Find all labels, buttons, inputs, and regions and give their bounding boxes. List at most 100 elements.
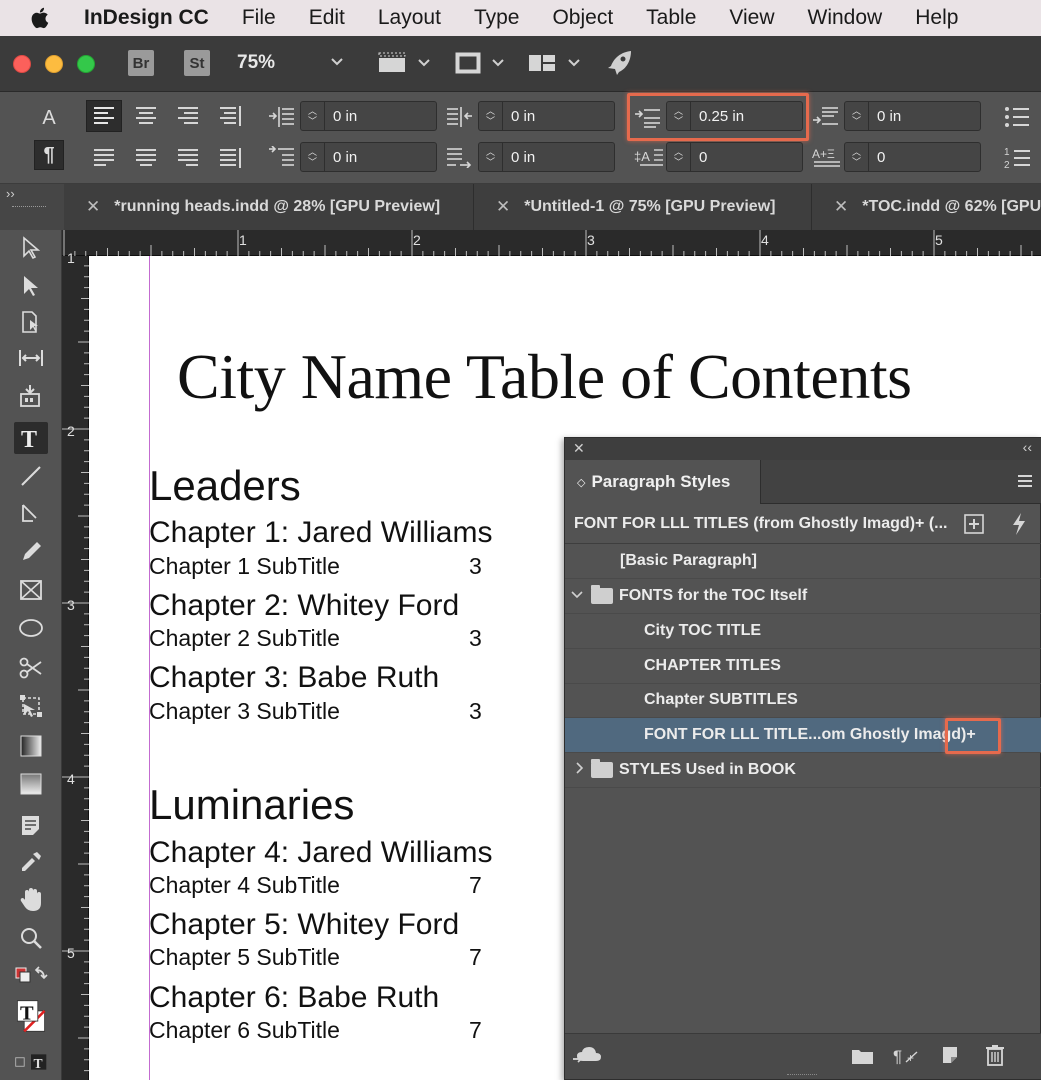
close-tab-icon[interactable]: ✕: [834, 197, 848, 217]
chapter-page-number[interactable]: 3: [469, 625, 482, 652]
chapter-title[interactable]: Chapter 3: Babe Ruth: [149, 661, 439, 695]
toc-title[interactable]: City Name Table of Contents: [177, 340, 912, 414]
close-window-button[interactable]: [13, 55, 31, 73]
align-right-button[interactable]: [170, 100, 206, 132]
apple-icon[interactable]: [30, 6, 56, 30]
last-line-indent-field[interactable]: ︿ ﹀ 0 in: [478, 142, 615, 172]
justify-left-button[interactable]: [86, 142, 122, 174]
gradient-feather-tool-icon[interactable]: [14, 768, 48, 800]
menu-help[interactable]: Help: [915, 6, 958, 30]
style-item[interactable]: City TOC TITLE: [565, 614, 1041, 649]
last-line-indent-stepper[interactable]: ︿ ﹀: [479, 143, 503, 171]
chapter-title[interactable]: Chapter 1: Jared Williams: [149, 516, 492, 550]
chapter-subtitle[interactable]: Chapter 5 SubTitle: [149, 944, 340, 971]
chapter-title[interactable]: Chapter 4: Jared Williams: [149, 836, 492, 870]
cc-library-icon[interactable]: [573, 1045, 603, 1072]
drop-cap-chars-field[interactable]: ︿ ﹀ 0: [844, 142, 981, 172]
gradient-swatch-tool-icon[interactable]: [14, 730, 48, 762]
line-tool-icon[interactable]: [14, 460, 48, 492]
menu-window[interactable]: Window: [808, 6, 883, 30]
align-center-button[interactable]: [128, 100, 164, 132]
justify-all-button[interactable]: [212, 142, 248, 174]
ellipse-tool-icon[interactable]: [14, 612, 48, 644]
style-item[interactable]: Chapter SUBTITLES: [565, 683, 1041, 718]
fill-stroke-swatch-icon[interactable]: T: [14, 994, 48, 1038]
drop-cap-lines-stepper[interactable]: ︿ ﹀: [667, 143, 691, 171]
clear-overrides-icon[interactable]: ¶+: [893, 1046, 923, 1071]
vertical-ruler[interactable]: 1 2 3 4 5: [62, 250, 89, 1080]
close-panel-icon[interactable]: ✕: [573, 440, 585, 457]
menu-table[interactable]: Table: [646, 6, 696, 30]
right-indent-field[interactable]: ︿ ﹀ 0 in: [478, 101, 615, 131]
style-group[interactable]: FONTS for the TOC Itself: [565, 579, 1041, 614]
style-item[interactable]: [Basic Paragraph]: [565, 544, 1041, 579]
content-collector-tool-icon[interactable]: [14, 380, 48, 412]
chapter-subtitle[interactable]: Chapter 4 SubTitle: [149, 872, 340, 899]
create-style-icon[interactable]: [963, 513, 985, 540]
align-left-button[interactable]: [86, 100, 122, 132]
hand-tool-icon[interactable]: [14, 884, 48, 916]
space-after-stepper[interactable]: ︿ ﹀: [845, 102, 869, 130]
align-towards-spine-button[interactable]: [212, 100, 248, 132]
chapter-title[interactable]: Chapter 5: Whitey Ford: [149, 908, 459, 942]
stock-button[interactable]: St: [184, 50, 210, 76]
close-tab-icon[interactable]: ✕: [86, 197, 100, 217]
swap-fill-stroke-icon[interactable]: [14, 960, 48, 992]
delete-style-icon[interactable]: [985, 1044, 1005, 1071]
type-tool-icon[interactable]: T: [14, 422, 48, 454]
collapse-panel-icon[interactable]: ››: [6, 186, 15, 201]
menu-view[interactable]: View: [729, 6, 774, 30]
menu-file[interactable]: File: [242, 6, 276, 30]
gap-tool-icon[interactable]: [14, 342, 48, 374]
menu-layout[interactable]: Layout: [378, 6, 441, 30]
collapse-panel-icon[interactable]: ‹‹: [1023, 439, 1032, 455]
right-indent-stepper[interactable]: ︿ ﹀: [479, 102, 503, 130]
character-mode-button[interactable]: A: [34, 103, 64, 133]
first-line-indent-field[interactable]: ︿ ﹀ 0 in: [300, 142, 437, 172]
eyedropper-tool-icon[interactable]: [14, 846, 48, 878]
bridge-button[interactable]: Br: [128, 50, 154, 76]
paragraph-mode-button[interactable]: ¶: [34, 140, 64, 170]
menu-object[interactable]: Object: [552, 6, 613, 30]
section-heading[interactable]: Leaders: [149, 462, 301, 510]
bulleted-list-icon[interactable]: [1003, 104, 1031, 135]
view-options-icon[interactable]: [377, 50, 435, 81]
tab-untitled-1[interactable]: ✕ *Untitled-1 @ 75% [GPU Preview]: [474, 184, 812, 230]
chapter-subtitle[interactable]: Chapter 2 SubTitle: [149, 625, 340, 652]
chapter-subtitle[interactable]: Chapter 6 SubTitle: [149, 1017, 340, 1044]
new-style-icon[interactable]: [941, 1045, 961, 1070]
chapter-page-number[interactable]: 7: [469, 944, 482, 971]
chapter-page-number[interactable]: 3: [469, 698, 482, 725]
justify-center-button[interactable]: [128, 142, 164, 174]
rectangle-frame-tool-icon[interactable]: [14, 574, 48, 606]
zoom-dropdown-icon[interactable]: [330, 54, 344, 70]
pencil-tool-icon[interactable]: [14, 536, 48, 568]
zoom-tool-icon[interactable]: [14, 922, 48, 954]
left-indent-field[interactable]: ︿ ﹀ 0 in: [300, 101, 437, 131]
quick-apply-icon[interactable]: [1011, 512, 1027, 541]
free-transform-tool-icon[interactable]: [14, 690, 48, 722]
panel-title-bar[interactable]: ✕ ‹‹: [565, 438, 1041, 460]
new-group-folder-icon[interactable]: [851, 1046, 875, 1071]
publish-online-icon[interactable]: [605, 48, 635, 83]
tab-paragraph-styles[interactable]: ◇ Paragraph Styles: [565, 460, 761, 504]
close-tab-icon[interactable]: ✕: [496, 197, 510, 217]
zoom-level[interactable]: 75%: [237, 52, 275, 74]
numbered-list-icon[interactable]: 12: [1004, 144, 1032, 177]
minimize-window-button[interactable]: [45, 55, 63, 73]
left-indent-stepper[interactable]: ︿ ﹀: [301, 102, 325, 130]
panel-menu-icon[interactable]: [1016, 473, 1034, 494]
note-tool-icon[interactable]: [14, 810, 48, 842]
chapter-page-number[interactable]: 3: [469, 553, 482, 580]
resize-grip[interactable]: [787, 1074, 817, 1078]
space-after-field[interactable]: ︿ ﹀ 0 in: [844, 101, 981, 131]
page-tool-icon[interactable]: [14, 306, 48, 338]
horizontal-ruler[interactable]: 1 2 3 4 5: [62, 230, 1041, 256]
panel-grip[interactable]: [12, 206, 46, 209]
menu-type[interactable]: Type: [474, 6, 520, 30]
tab-toc[interactable]: ✕ *TOC.indd @ 62% [GPU: [812, 184, 1041, 230]
chevron-down-icon[interactable]: [571, 587, 591, 605]
scissors-tool-icon[interactable]: [14, 652, 48, 684]
screen-mode-icon[interactable]: [453, 50, 511, 81]
chapter-subtitle[interactable]: Chapter 1 SubTitle: [149, 553, 340, 580]
